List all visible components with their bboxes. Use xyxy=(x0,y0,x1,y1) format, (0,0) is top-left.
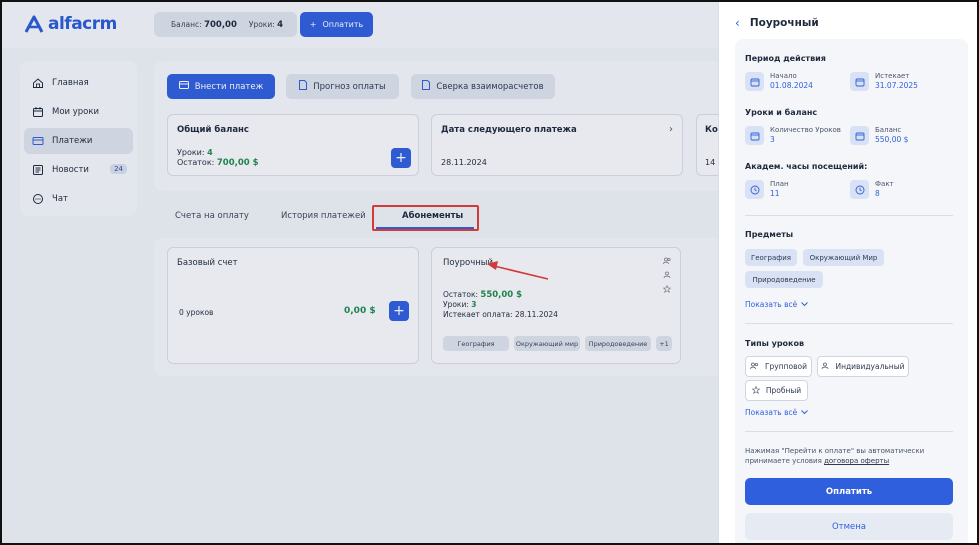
lessons-count-text: Количество Уроков 3 xyxy=(770,126,841,145)
type-trial: Пробный xyxy=(745,380,808,401)
drawer-title: Поурочный xyxy=(749,17,819,29)
types-show-all[interactable]: Показать всё xyxy=(745,408,809,417)
types-section-title: Типы уроков xyxy=(745,339,805,348)
type-individual-label: Индивидуальный xyxy=(835,362,905,371)
lessons-balance-value: 550,00 $ xyxy=(875,135,909,144)
hours-fact-text: Факт 8 xyxy=(875,180,894,199)
app-window: alfacrm Баланс: 700,00 Уроки: 4 + Оплати… xyxy=(0,0,979,545)
subscription-drawer: ‹ Поурочный Период действия Начало 01.08.… xyxy=(718,2,977,543)
hours-plan: План 11 xyxy=(745,180,789,199)
drawer-body: Период действия Начало 01.08.2024 Истекае… xyxy=(735,39,968,543)
type-group: Групповой xyxy=(745,356,812,377)
calendar-icon xyxy=(850,72,869,91)
calendar-icon xyxy=(745,126,764,145)
type-trial-label: Пробный xyxy=(765,386,802,395)
subject-tag: Окружающий Мир xyxy=(803,249,884,266)
period-end-label: Истекает xyxy=(875,72,910,80)
subject-tag: Природоведение xyxy=(745,271,823,288)
period-start: Начало 01.08.2024 xyxy=(745,72,813,91)
subjects-show-all-label: Показать всё xyxy=(745,300,798,309)
period-section-title: Период действия xyxy=(745,54,826,63)
period-end: Истекает 31.07.2025 xyxy=(850,72,918,91)
lessons-count: Количество Уроков 3 xyxy=(745,126,841,145)
divider xyxy=(745,431,953,432)
subject-tag: География xyxy=(745,249,797,266)
lessons-section-title: Уроки и баланс xyxy=(745,108,818,117)
period-start-label: Начало xyxy=(770,72,797,80)
cancel-button[interactable]: Отмена xyxy=(745,513,953,540)
lessons-balance: Баланс 550,00 $ xyxy=(850,126,908,145)
offer-link[interactable]: договора оферты xyxy=(824,457,889,465)
period-end-text: Истекает 31.07.2025 xyxy=(875,72,918,91)
hours-plan-value: 11 xyxy=(770,189,780,198)
calendar-icon xyxy=(850,126,869,145)
hours-section-title: Академ. часы посещений: xyxy=(745,162,868,171)
divider xyxy=(745,323,953,324)
hours-plan-text: План 11 xyxy=(770,180,789,199)
lessons-balance-label: Баланс xyxy=(875,126,902,134)
hours-fact-value: 8 xyxy=(875,189,880,198)
period-end-value: 31.07.2025 xyxy=(875,81,918,90)
subjects-show-all[interactable]: Показать всё xyxy=(745,300,809,309)
star-icon xyxy=(751,385,761,396)
chevron-down-icon xyxy=(801,300,809,309)
lessons-count-label: Количество Уроков xyxy=(770,126,841,134)
offer-note: Нажимая "Перейти к оплате" вы автоматиче… xyxy=(745,446,957,466)
chevron-down-icon xyxy=(801,408,809,417)
modal-backdrop[interactable] xyxy=(2,2,718,543)
chevron-left-icon[interactable]: ‹ xyxy=(735,16,740,30)
period-start-value: 01.08.2024 xyxy=(770,81,813,90)
hours-fact: Факт 8 xyxy=(850,180,894,199)
drawer-header: ‹ Поурочный xyxy=(735,16,819,30)
divider xyxy=(745,215,953,216)
hours-plan-label: План xyxy=(770,180,789,188)
user-icon xyxy=(821,362,829,372)
calendar-icon xyxy=(745,72,764,91)
pay-button[interactable]: Оплатить xyxy=(745,478,953,505)
types-show-all-label: Показать всё xyxy=(745,408,798,417)
clock-icon xyxy=(850,180,869,199)
clock-icon xyxy=(745,180,764,199)
lessons-count-value: 3 xyxy=(770,135,775,144)
type-individual: Индивидуальный xyxy=(817,356,909,377)
type-group-label: Групповой xyxy=(764,362,808,371)
subjects-section-title: Предметы xyxy=(745,230,794,239)
group-icon xyxy=(750,362,759,372)
period-start-text: Начало 01.08.2024 xyxy=(770,72,813,91)
hours-fact-label: Факт xyxy=(875,180,894,188)
lessons-balance-text: Баланс 550,00 $ xyxy=(875,126,908,145)
